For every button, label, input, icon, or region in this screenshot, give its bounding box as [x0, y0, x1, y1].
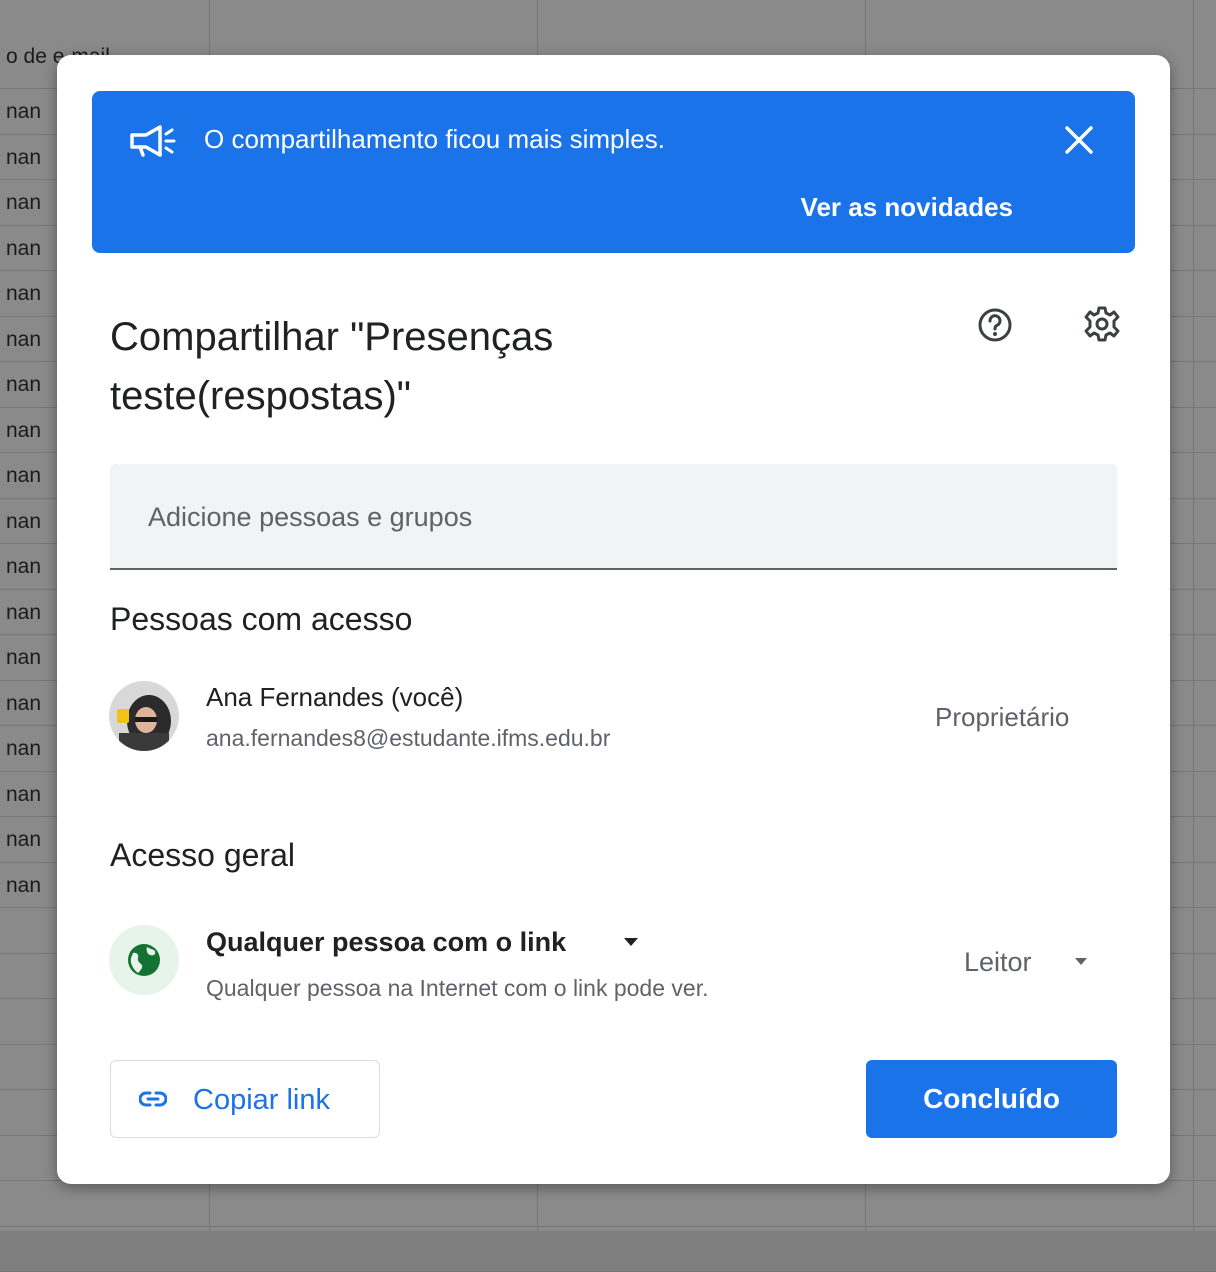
sheet-row-cell: nan	[6, 191, 42, 214]
sheet-row-cell: nan	[6, 418, 42, 442]
banner-message: O compartilhamento ficou mais simples.	[204, 124, 665, 154]
avatar	[109, 681, 179, 751]
help-icon[interactable]	[975, 305, 1015, 345]
sheet-row-cell: nan	[6, 464, 42, 487]
sheet-row-cell: nan	[6, 691, 42, 715]
chevron-down-icon[interactable]	[623, 937, 639, 947]
sheet-row-cell: nan	[6, 737, 42, 760]
whats-new-link[interactable]: Ver as novidades	[801, 192, 1013, 223]
general-access-heading: Acesso geral	[110, 837, 295, 873]
copy-link-label: Copiar link	[193, 1084, 330, 1116]
sheet-row-cell: nan	[6, 873, 42, 897]
copy-link-button[interactable]: Copiar link	[110, 1060, 380, 1138]
share-dialog: O compartilhamento ficou mais simples. V…	[57, 55, 1170, 1184]
sheet-row-cell: nan	[6, 600, 42, 624]
sheet-row-cell: nan	[6, 236, 42, 260]
close-icon[interactable]	[1061, 122, 1097, 158]
link-role-dropdown[interactable]: Leitor	[964, 947, 1032, 978]
megaphone-icon	[130, 125, 176, 157]
announcement-banner: O compartilhamento ficou mais simples. V…	[92, 91, 1135, 253]
sheet-row-cell: nan	[6, 555, 42, 578]
people-with-access-heading: Pessoas com acesso	[110, 601, 413, 637]
person-name: Ana Fernandes (você)	[206, 682, 464, 712]
owner-role-label: Proprietário	[935, 702, 1070, 732]
sheet-row-cell: nan	[6, 282, 42, 305]
sheet-row-cell: nan	[6, 327, 42, 351]
link-icon	[139, 1091, 167, 1107]
add-people-input[interactable]	[146, 464, 1090, 570]
sheet-row-cell: nan	[6, 145, 42, 169]
globe-icon	[109, 925, 179, 995]
sheet-row-cell: nan	[6, 782, 42, 806]
sheet-row-cell: nan	[6, 100, 42, 123]
add-people-field	[110, 464, 1117, 570]
dialog-title: Compartilhar "Presenças teste(respostas)…	[110, 315, 554, 418]
done-button[interactable]: Concluído	[866, 1060, 1117, 1138]
sheet-row-cell: nan	[6, 509, 42, 533]
gear-icon[interactable]	[1081, 303, 1123, 345]
done-label: Concluído	[923, 1083, 1060, 1114]
chevron-down-icon[interactable]	[1075, 958, 1087, 966]
sheet-row-cell: nan	[6, 373, 42, 396]
person-email: ana.fernandes8@estudante.ifms.edu.br	[206, 725, 611, 751]
sheet-row-cell: nan	[6, 646, 42, 669]
general-access-dropdown[interactable]: Qualquer pessoa com o link	[206, 927, 566, 958]
sheet-row-cell: nan	[6, 828, 42, 851]
general-access-description: Qualquer pessoa na Internet com o link p…	[206, 975, 709, 1001]
